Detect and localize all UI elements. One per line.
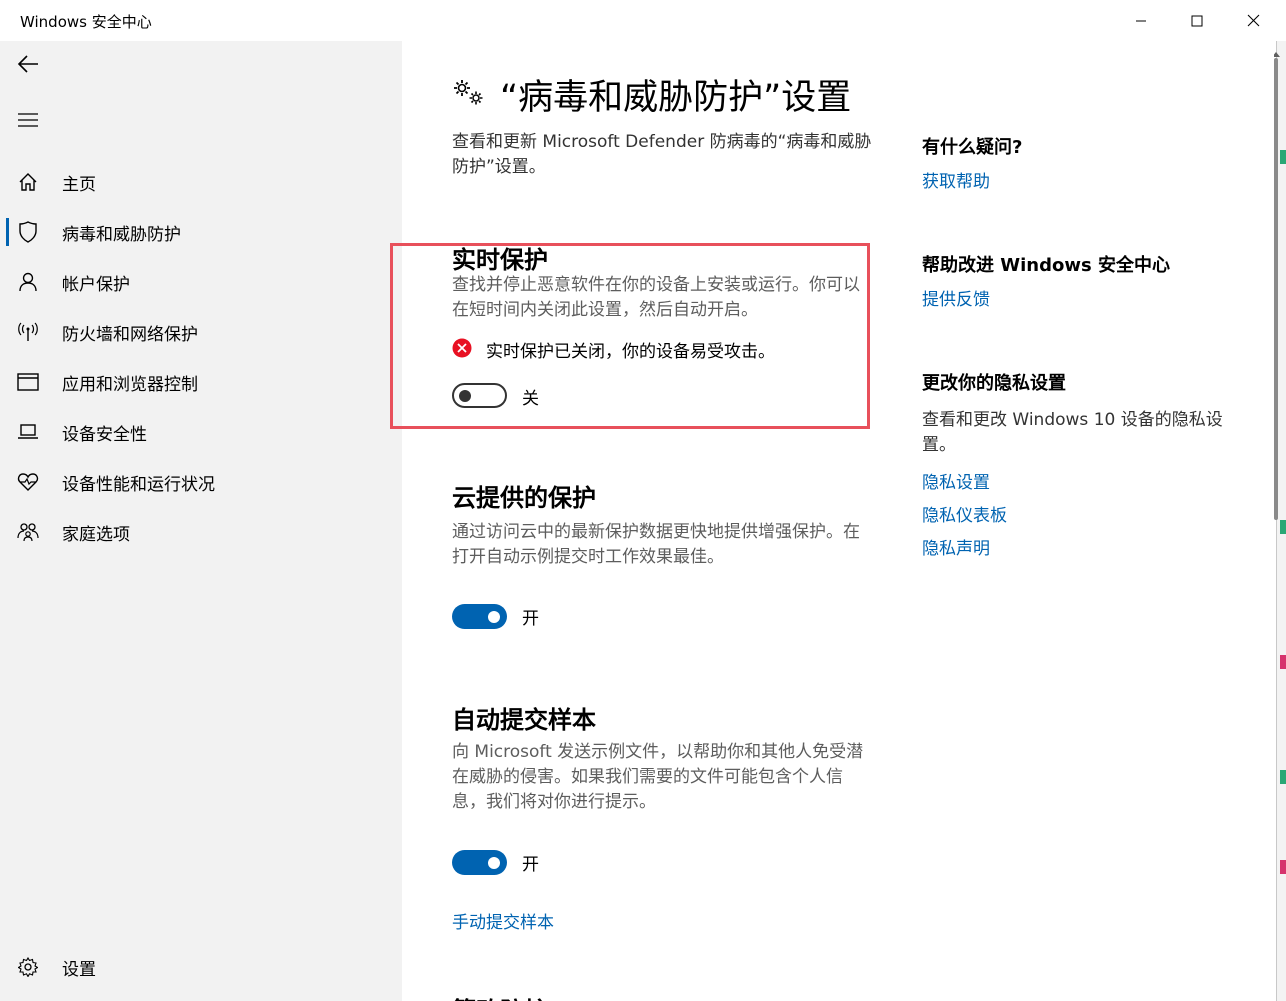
sidebar-item-app-browser-control[interactable]: 应用和浏览器控制 [0, 362, 402, 402]
sidebar-item-label: 主页 [62, 174, 96, 195]
hamburger-menu-icon [18, 112, 38, 131]
back-arrow-icon [17, 55, 39, 77]
sidebar-item-device-security[interactable]: 设备安全性 [0, 412, 402, 452]
close-icon [1247, 14, 1260, 27]
background-edge-mark [1280, 655, 1286, 669]
heart-pulse-icon [17, 471, 39, 493]
sidebar-item-account-protection[interactable]: 帐户保护 [0, 262, 402, 302]
gear-icon [17, 956, 39, 978]
maximize-button[interactable] [1168, 0, 1225, 41]
sidebar-item-label: 设置 [62, 959, 96, 980]
sidebar-item-label: 病毒和威胁防护 [62, 224, 181, 245]
main-content: “病毒和威胁防护”设置 查看和更新 Microsoft Defender 防病毒… [390, 41, 1274, 1001]
sample-submission-description: 向 Microsoft 发送示例文件，以帮助你和其他人免受潜在威胁的侵害。如果我… [452, 742, 864, 812]
wireless-icon [17, 321, 39, 343]
warning-text: 实时保护已关闭，你的设备易受攻击。 [486, 342, 775, 362]
help-heading: 有什么疑问? [922, 137, 1023, 158]
toggle-knob [459, 389, 471, 402]
realtime-protection-title: 实时保护 [452, 246, 548, 274]
realtime-protection-description: 查找并停止恶意软件在你的设备上安装或运行。你可以在短时间内关闭此设置，然后自动开… [452, 275, 860, 320]
page-header: “病毒和威胁防护”设置 [452, 69, 851, 120]
manual-sample-submit-link[interactable]: 手动提交样本 [452, 908, 554, 933]
person-icon [17, 271, 39, 293]
window-title: Windows 安全中心 [20, 13, 152, 31]
toggle-knob [488, 856, 500, 869]
sidebar-item-label: 防火墙和网络保护 [62, 324, 198, 345]
privacy-dashboard-link[interactable]: 隐私仪表板 [922, 501, 1007, 526]
gears-icon [452, 78, 486, 112]
sidebar-item-family-options[interactable]: 家庭选项 [0, 512, 402, 552]
sidebar-item-firewall[interactable]: 防火墙和网络保护 [0, 312, 402, 352]
cloud-protection-description: 通过访问云中的最新保护数据更快地提供增强保护。在打开自动示例提交时工作效果最佳。 [452, 522, 860, 567]
sidebar-item-settings[interactable]: 设置 [0, 947, 402, 987]
realtime-protection-toggle[interactable] [452, 383, 507, 408]
browser-window-icon [17, 371, 39, 393]
privacy-heading: 更改你的隐私设置 [922, 373, 1066, 394]
maximize-icon [1191, 15, 1203, 27]
sample-toggle-label: 开 [522, 855, 539, 875]
cloud-protection-toggle[interactable] [452, 604, 507, 629]
sidebar-item-label: 应用和浏览器控制 [62, 374, 198, 395]
privacy-settings-link[interactable]: 隐私设置 [922, 468, 990, 493]
active-indicator [6, 218, 9, 246]
background-edge-mark [1280, 770, 1286, 784]
title-bar: Windows 安全中心 [0, 0, 1286, 41]
minimize-button[interactable] [1112, 0, 1169, 41]
family-icon [17, 521, 39, 543]
background-edge-mark [1280, 520, 1286, 534]
sample-submission-toggle[interactable] [452, 850, 507, 875]
sidebar-item-device-performance[interactable]: 设备性能和运行状况 [0, 462, 402, 502]
background-edge-mark [1280, 860, 1286, 874]
sidebar-item-label: 家庭选项 [62, 524, 130, 545]
minimize-icon [1135, 15, 1147, 27]
background-edge-mark [1280, 150, 1286, 164]
shield-icon [17, 221, 39, 243]
get-help-link[interactable]: 获取帮助 [922, 167, 990, 192]
privacy-description: 查看和更改 Windows 10 设备的隐私设置。 [922, 410, 1223, 455]
sidebar-item-home[interactable]: 主页 [0, 162, 402, 202]
menu-button[interactable] [12, 105, 44, 137]
laptop-icon [17, 421, 39, 443]
realtime-toggle-label: 关 [522, 389, 539, 409]
page-title: “病毒和威胁防护”设置 [500, 78, 852, 118]
sample-submission-title: 自动提交样本 [452, 706, 596, 734]
error-x-icon [452, 338, 472, 362]
toggle-knob [488, 610, 500, 623]
sidebar: 主页 病毒和威胁防护 帐户保护 防火墙和网络保护 应用和浏览器控制 设备安全性 [0, 41, 402, 1001]
feedback-heading: 帮助改进 Windows 安全中心 [922, 255, 1170, 276]
give-feedback-link[interactable]: 提供反馈 [922, 285, 990, 310]
sidebar-item-label: 设备安全性 [62, 424, 147, 445]
sidebar-item-label: 设备性能和运行状况 [62, 474, 215, 495]
close-button[interactable] [1225, 0, 1282, 41]
sidebar-item-virus-protection[interactable]: 病毒和威胁防护 [0, 212, 402, 252]
home-icon [17, 171, 39, 193]
cloud-toggle-label: 开 [522, 609, 539, 629]
privacy-statement-link[interactable]: 隐私声明 [922, 534, 990, 559]
scrollbar-thumb[interactable] [1274, 58, 1278, 520]
tamper-protection-title: 篡改防护 [452, 991, 548, 1001]
page-description: 查看和更新 Microsoft Defender 防病毒的“病毒和威胁防护”设置… [452, 132, 872, 177]
back-button[interactable] [12, 50, 44, 82]
cloud-protection-title: 云提供的保护 [452, 484, 596, 512]
realtime-warning: 实时保护已关闭，你的设备易受攻击。 [452, 337, 775, 362]
sidebar-item-label: 帐户保护 [62, 274, 130, 295]
